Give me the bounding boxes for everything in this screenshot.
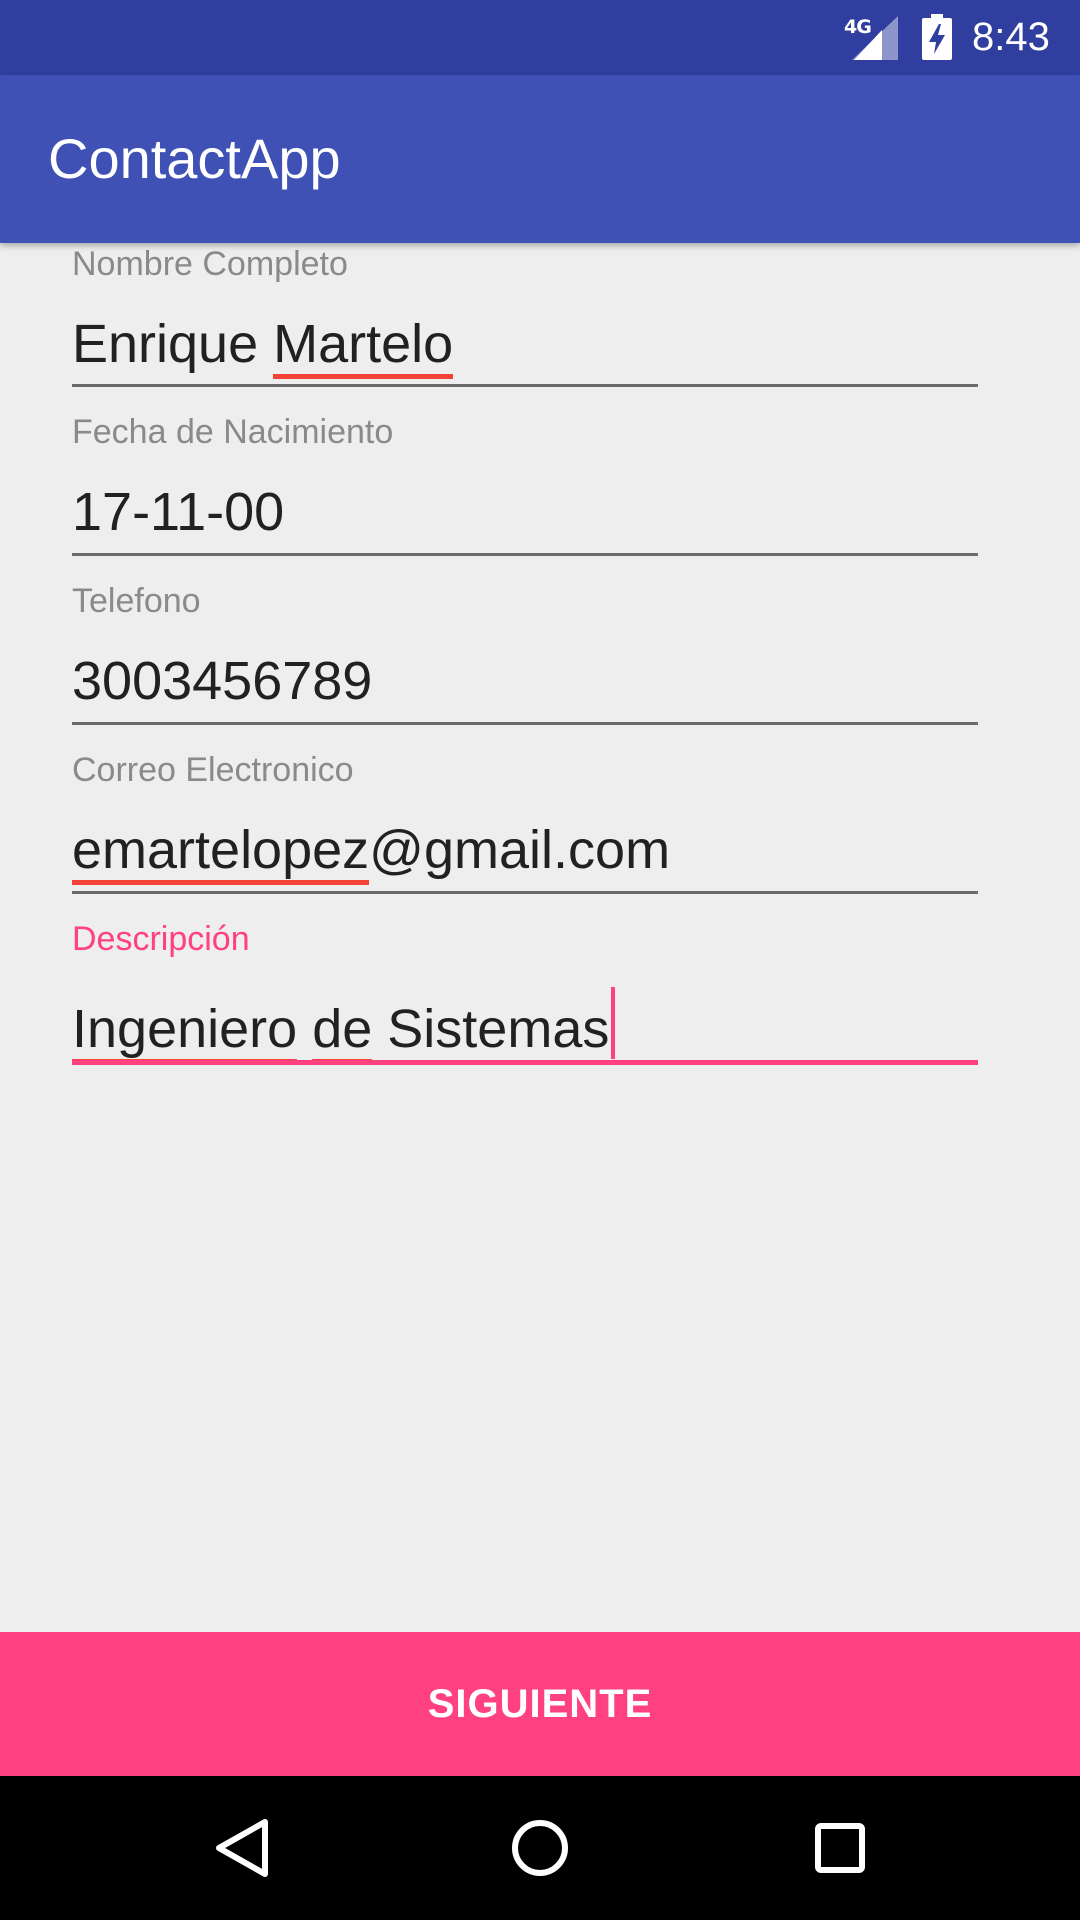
- phone-field-label: Telefono: [72, 582, 201, 620]
- email-field-label: Correo Electronico: [72, 751, 354, 789]
- app-title: ContactApp: [48, 127, 341, 190]
- phone-field[interactable]: 3003456789: [72, 649, 372, 713]
- app-bar: ContactApp: [0, 75, 1080, 243]
- name-field[interactable]: Enrique Martelo: [72, 312, 454, 379]
- navigation-bar: [0, 1776, 1080, 1920]
- name-field-label: Nombre Completo: [72, 245, 348, 283]
- email-field-underline: [72, 891, 978, 894]
- battery-charging-icon: [922, 14, 952, 60]
- birthdate-field[interactable]: 17-11-00: [72, 480, 284, 544]
- name-field-text-part: Enrique: [72, 314, 274, 374]
- description-field-misspelled-word: Ingeniero: [72, 999, 298, 1064]
- birthdate-field-underline: [72, 553, 978, 556]
- status-bar: 4G 8:43: [0, 0, 1080, 75]
- email-field-text-part: @gmail.com: [369, 820, 671, 880]
- status-time: 8:43: [972, 15, 1050, 59]
- description-field-text-part: Sistemas: [372, 999, 610, 1059]
- home-icon[interactable]: [504, 1812, 576, 1884]
- text-cursor: [611, 987, 616, 1059]
- phone-field-underline: [72, 722, 978, 725]
- back-icon[interactable]: [205, 1812, 277, 1884]
- description-field-misspelled-word: de: [312, 999, 373, 1064]
- network-type-label: 4G: [844, 16, 872, 38]
- next-button[interactable]: SIGUIENTE: [0, 1632, 1080, 1776]
- email-field[interactable]: emartelopez@gmail.com: [72, 818, 671, 885]
- birthdate-field-label: Fecha de Nacimiento: [72, 413, 394, 451]
- description-field-text-part: [297, 999, 312, 1059]
- description-field-label: Descripción: [72, 920, 250, 958]
- description-field-underline: [72, 1060, 978, 1065]
- description-field[interactable]: Ingeniero de Sistemas: [72, 987, 616, 1064]
- name-field-misspelled-word: Martelo: [273, 314, 454, 379]
- recents-icon[interactable]: [804, 1812, 876, 1884]
- name-field-underline: [72, 384, 978, 387]
- email-field-misspelled-word: emartelopez: [72, 820, 370, 885]
- screen: 4G 8:43 ContactApp Nombre Completo Enriq…: [0, 0, 1080, 1920]
